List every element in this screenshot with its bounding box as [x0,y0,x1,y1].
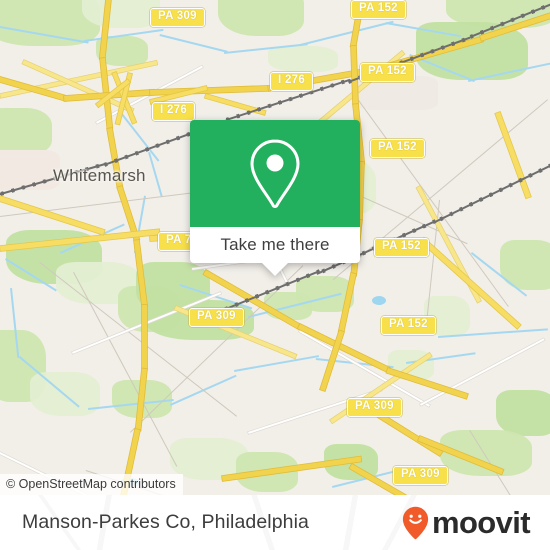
moovit-smiley-pin-icon [402,506,429,539]
road-shield-i276[interactable]: I 276 [152,102,196,121]
road-shield-pa309[interactable]: PA 309 [393,466,448,485]
moovit-wordmark: moovit [431,505,531,540]
park-area [0,108,52,154]
highway-i276 [150,85,271,95]
callout-pointer-tail [261,262,289,276]
pond [372,296,386,305]
moovit-map-screenshot: Whitemarsh PA 309 PA 152 PA 152 I 276 I … [0,0,550,550]
road-shield-pa309[interactable]: PA 309 [189,308,244,327]
road-shield-i276[interactable]: I 276 [270,72,314,91]
stream [234,355,320,372]
highway-pa309 [142,305,147,369]
road-shield-pa152[interactable]: PA 152 [374,238,429,257]
railway [434,164,550,223]
highway-pa152 [351,46,359,105]
park-area [496,390,550,436]
osm-attribution[interactable]: © OpenStreetMap contributors [0,474,183,495]
park-area [218,0,304,36]
road-shield-pa309[interactable]: PA 309 [347,398,402,417]
location-title: Manson-Parkes Co, Philadelphia [22,511,309,533]
road-shield-pa152[interactable]: PA 152 [351,0,406,19]
road-shield-pa152[interactable]: PA 152 [370,139,425,158]
place-label-whitemarsh: Whitemarsh [53,166,146,185]
road-shield-pa309[interactable]: PA 309 [150,8,205,27]
road-shield-pa152[interactable]: PA 152 [360,63,415,82]
footer-bar: Manson-Parkes Co, Philadelphia moovit [0,495,550,550]
moovit-brand[interactable]: moovit [402,505,531,540]
take-me-there-label: Take me there [220,235,330,254]
callout-pin-panel [190,120,360,227]
park-area [268,46,338,72]
callout-action-panel[interactable]: Take me there [190,227,360,276]
map-pin-icon [250,138,300,208]
road-shield-pa152[interactable]: PA 152 [381,316,436,335]
park-area [82,0,160,28]
stream [159,34,228,53]
stream [300,20,394,46]
map-canvas[interactable]: Whitemarsh PA 309 PA 152 PA 152 I 276 I … [0,0,550,495]
location-callout-card[interactable]: Take me there [190,120,360,276]
